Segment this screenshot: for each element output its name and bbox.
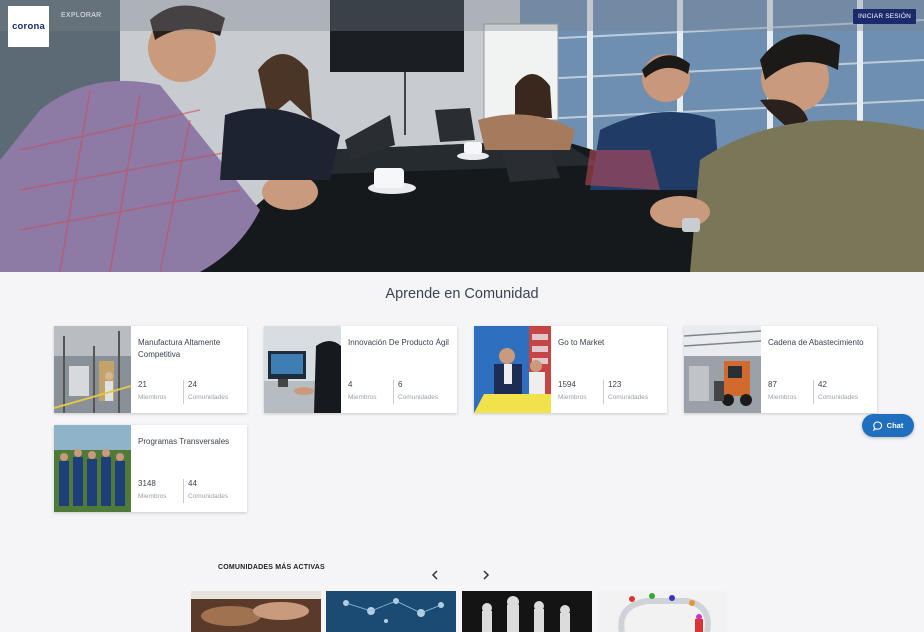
community-card-innovacion[interactable]: Innovación De Producto Ágil 4 Miembros 6… <box>264 326 457 413</box>
communities-count: 6 <box>398 380 403 389</box>
active-community-thumb[interactable] <box>326 591 456 632</box>
corona-logo[interactable]: corona <box>8 6 49 47</box>
active-community-thumb[interactable] <box>597 591 727 632</box>
nav-explore-link[interactable]: EXPLORAR <box>61 12 102 19</box>
community-thumbnail <box>54 425 131 512</box>
active-communities-title: COMUNIDADES MÁS ACTIVAS <box>218 564 325 571</box>
top-bar <box>0 0 924 31</box>
members-count: 87 <box>768 380 777 389</box>
communities-label: Comunidades <box>188 493 229 500</box>
communities-count: 24 <box>188 380 197 389</box>
members-count: 4 <box>348 380 353 389</box>
members-count: 3148 <box>138 479 156 488</box>
communities-label: Comunidades <box>608 394 649 401</box>
members-label: Miembros <box>138 493 167 500</box>
communities-stat: 6 Comunidades <box>398 380 438 401</box>
communities-stat: 44 Comunidades <box>188 479 228 500</box>
communities-label: Comunidades <box>188 394 229 401</box>
members-count: 21 <box>138 380 147 389</box>
stat-divider <box>813 380 814 404</box>
members-stat: 1594 Miembros <box>558 380 587 401</box>
logo-text: corona <box>12 21 45 32</box>
communities-stat: 42 Comunidades <box>818 380 858 401</box>
stat-divider <box>183 380 184 404</box>
community-card-programas[interactable]: Programas Transversales 3148 Miembros 44… <box>54 425 247 512</box>
active-community-thumb[interactable] <box>462 591 592 632</box>
login-button[interactable]: INICIAR SESIÓN <box>853 9 916 24</box>
communities-stat: 123 Comunidades <box>608 380 648 401</box>
members-count: 1594 <box>558 380 576 389</box>
community-thumbnail <box>264 326 341 413</box>
community-title: Programas Transversales <box>138 437 230 446</box>
stat-divider <box>393 380 394 404</box>
community-thumbnail <box>474 326 551 413</box>
community-thumbnail <box>684 326 761 413</box>
hero-image <box>0 0 924 272</box>
communities-stat: 24 Comunidades <box>188 380 228 401</box>
chevron-left-icon <box>431 570 438 580</box>
community-card-cadena[interactable]: Cadena de Abastecimiento 87 Miembros 42 … <box>684 326 877 413</box>
stat-divider <box>603 380 604 404</box>
communities-count: 44 <box>188 479 197 488</box>
carousel-prev-button[interactable] <box>428 568 442 582</box>
section-title: Aprende en Comunidad <box>385 286 539 302</box>
meeting-photo <box>0 0 924 272</box>
communities-count: 123 <box>608 380 622 389</box>
members-label: Miembros <box>138 394 167 401</box>
members-label: Miembros <box>558 394 587 401</box>
community-title: Go to Market <box>558 338 605 347</box>
members-stat: 4 Miembros <box>348 380 377 401</box>
community-title: Manufactura Altamente Competitiva <box>138 338 221 359</box>
chat-button[interactable]: Chat <box>862 414 914 437</box>
stat-divider <box>183 479 184 503</box>
chat-bubble-icon <box>872 420 882 431</box>
community-thumbnail <box>54 326 131 413</box>
chat-label: Chat <box>886 421 904 430</box>
communities-label: Comunidades <box>818 394 859 401</box>
members-stat: 21 Miembros <box>138 380 167 401</box>
community-card-manufactura[interactable]: Manufactura Altamente Competitiva 21 Mie… <box>54 326 247 413</box>
community-title: Cadena de Abastecimiento <box>768 338 864 347</box>
chevron-right-icon <box>483 570 490 580</box>
members-stat: 87 Miembros <box>768 380 797 401</box>
community-title: Innovación De Producto Ágil <box>348 338 449 347</box>
members-stat: 3148 Miembros <box>138 479 167 500</box>
active-community-thumb[interactable] <box>191 591 321 632</box>
members-label: Miembros <box>348 394 377 401</box>
members-label: Miembros <box>768 394 797 401</box>
communities-count: 42 <box>818 380 827 389</box>
communities-label: Comunidades <box>398 394 439 401</box>
carousel-next-button[interactable] <box>479 568 493 582</box>
community-card-go-to-market[interactable]: Go to Market 1594 Miembros 123 Comunidad… <box>474 326 667 413</box>
